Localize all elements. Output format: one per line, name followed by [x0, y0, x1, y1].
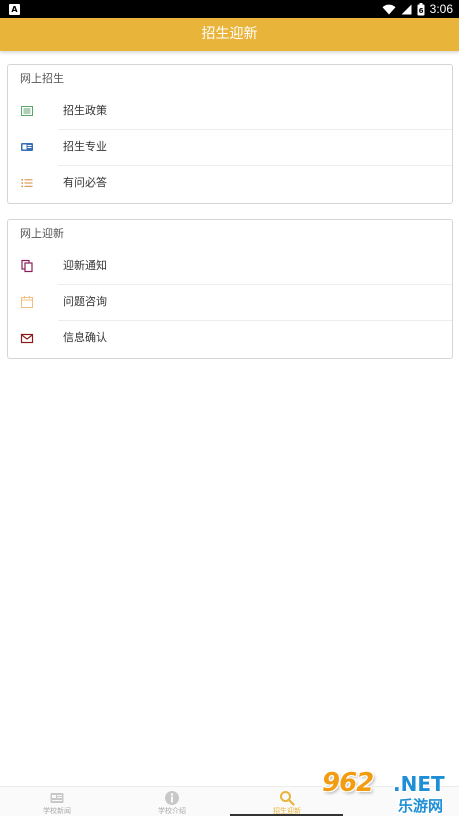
watermark-number: 962: [322, 768, 374, 798]
battery-icon: 6: [417, 2, 425, 15]
menu-item-label: 有问必答: [63, 176, 107, 189]
menu-item-enrollment-majors[interactable]: 招生专业: [8, 129, 452, 165]
menu-item-label: 招生专业: [63, 140, 107, 153]
watermark-brand: 乐游网: [398, 797, 444, 815]
mail-icon: [20, 333, 34, 344]
calendar-icon: [21, 296, 33, 308]
search-icon: [280, 791, 295, 806]
section-title: 网上招生: [20, 72, 64, 85]
status-time: 3:06: [429, 2, 453, 16]
menu-item-enrollment-policy[interactable]: 招生政策: [8, 93, 452, 129]
tab-school-intro[interactable]: 学校介绍: [115, 787, 229, 816]
copy-icon: [21, 259, 33, 273]
menu-item-label: 问题咨询: [63, 295, 107, 308]
section-title: 网上迎新: [20, 227, 64, 240]
signal-icon: [401, 4, 412, 14]
tab-label: 学校新闻: [43, 807, 71, 815]
list-doc-icon: [21, 106, 33, 116]
menu-item-label: 招生政策: [63, 104, 107, 117]
tab-school-news[interactable]: 学校新闻: [0, 787, 114, 816]
menu-item-info-confirm[interactable]: 信息确认: [8, 320, 452, 356]
ordered-list-icon: [21, 179, 33, 188]
section-card-online-enrollment: 网上招生 招生政策 招生专业 有问必答: [7, 64, 453, 204]
status-bar: A 6 3:06: [0, 0, 459, 18]
menu-item-qa[interactable]: 有问必答: [8, 165, 452, 201]
menu-item-welcome-notice[interactable]: 迎新通知: [8, 248, 452, 284]
notification-a-icon: A: [9, 4, 20, 15]
newspaper-icon: [50, 793, 64, 803]
info-icon: [165, 791, 179, 805]
tab-label: 学校介绍: [158, 807, 186, 815]
battery-level-text: 6: [418, 7, 423, 15]
page-title: 招生迎新: [201, 26, 258, 42]
menu-item-label: 信息确认: [63, 331, 107, 344]
menu-item-question-consult[interactable]: 问题咨询: [8, 284, 452, 320]
status-right-group: 6 3:06: [382, 0, 453, 18]
menu-item-label: 迎新通知: [63, 259, 107, 272]
app-header: 招生迎新: [0, 18, 459, 51]
wifi-icon: [382, 4, 396, 14]
id-card-icon: [21, 143, 33, 151]
site-watermark: 962 .NET 乐游网: [320, 768, 454, 815]
watermark-suffix: .NET: [393, 772, 445, 796]
section-card-online-welcome: 网上迎新 迎新通知 问题咨询 信息确认: [7, 219, 453, 359]
